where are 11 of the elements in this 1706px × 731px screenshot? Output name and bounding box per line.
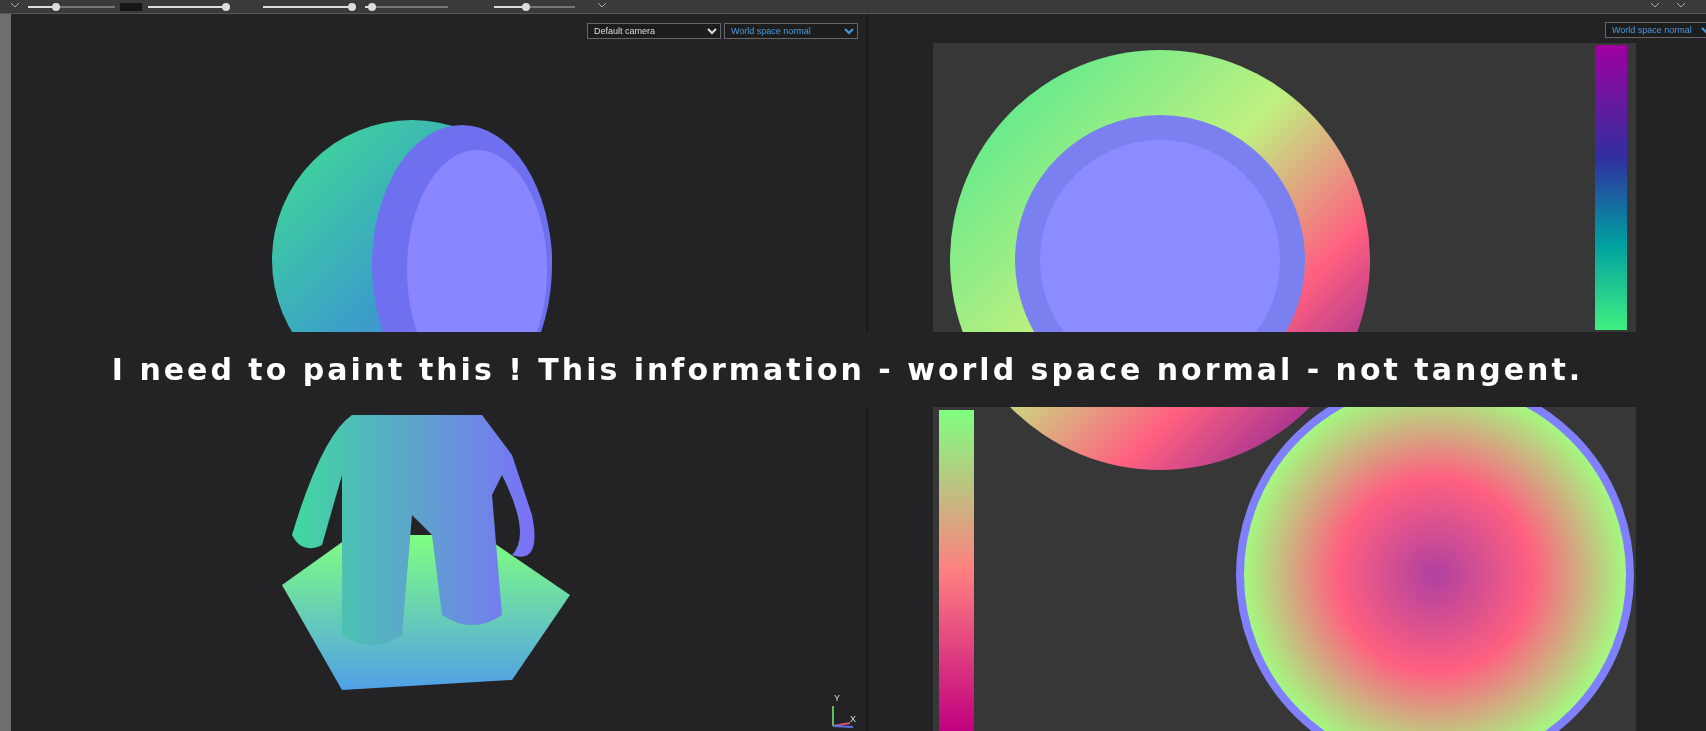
chevron-icon[interactable] [597, 2, 607, 8]
chevron-icon[interactable] [1650, 2, 1660, 8]
channel-dropdown[interactable]: World space normal [724, 23, 858, 39]
chevron-icon[interactable] [1676, 2, 1686, 8]
axis-label: X [850, 715, 856, 724]
channel-dropdown[interactable]: World space normal [1605, 22, 1706, 38]
chevron-icon[interactable] [10, 2, 20, 8]
camera-dropdown[interactable]: Default camera [587, 23, 721, 39]
axis-label: Y [834, 694, 840, 703]
caption-text: I need to paint this ! This information - world space normal - not tangent. [111, 351, 1584, 389]
color-swatch[interactable] [120, 3, 142, 11]
